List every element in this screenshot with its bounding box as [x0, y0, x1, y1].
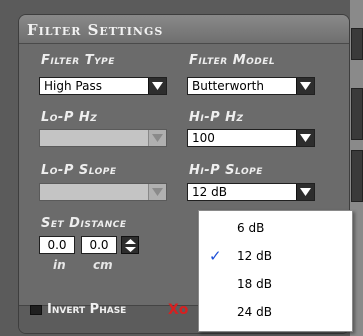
filter-type-value: High Pass — [44, 79, 102, 93]
lo-p-hz-select[interactable] — [39, 129, 167, 147]
menu-item-label: 24 dB — [237, 305, 272, 319]
side-segment — [351, 150, 363, 202]
up-down-arrows-icon — [125, 239, 136, 252]
filter-model-select[interactable]: Butterworth — [187, 77, 315, 95]
menu-item-24db[interactable]: 24 dB — [199, 299, 350, 325]
panel-header: Filter Settings — [19, 15, 349, 44]
distance-cm-input[interactable]: 0.0 — [81, 236, 117, 254]
inches-unit-label: in — [53, 258, 66, 272]
menu-item-label: 12 dB — [237, 249, 272, 263]
filter-type-select[interactable]: High Pass — [39, 77, 167, 95]
side-segment — [351, 28, 363, 60]
checkmark-icon: ✓ — [209, 247, 222, 265]
chevron-down-icon[interactable] — [148, 184, 166, 200]
hi-p-hz-select[interactable]: 100 — [187, 129, 315, 147]
hi-p-hz-value: 100 — [192, 131, 215, 145]
toggle-indicator-icon — [30, 305, 42, 315]
filter-model-label: Filter Model — [189, 53, 276, 68]
hi-p-hz-label: Hi-P Hz — [189, 110, 244, 125]
invert-phase-toggle[interactable]: Invert Phase — [30, 302, 190, 318]
partial-red-label: Xo — [168, 302, 189, 318]
panel-title: Filter Settings — [27, 21, 164, 39]
chevron-down-icon[interactable] — [148, 130, 166, 146]
chevron-down-icon[interactable] — [148, 78, 166, 94]
invert-phase-label: Invert Phase — [47, 302, 127, 317]
set-distance-label: Set Distance — [41, 216, 127, 231]
menu-item-18db[interactable]: 18 dB — [199, 271, 350, 297]
hi-p-slope-select[interactable]: 12 dB — [187, 183, 315, 201]
menu-item-12db[interactable]: ✓ 12 dB — [199, 243, 350, 269]
hi-p-slope-label: Hi-P Slope — [189, 163, 263, 178]
chevron-down-icon[interactable] — [296, 78, 314, 94]
filter-model-value: Butterworth — [192, 79, 264, 93]
slope-dropdown-menu: 6 dB ✓ 12 dB 18 dB 24 dB — [198, 210, 353, 332]
distance-stepper[interactable] — [121, 236, 139, 254]
lo-p-slope-label: Lo-P Slope — [41, 163, 117, 178]
hi-p-slope-value: 12 dB — [192, 185, 227, 199]
chevron-down-icon[interactable] — [296, 184, 314, 200]
menu-item-6db[interactable]: 6 dB — [199, 215, 350, 241]
filter-type-label: Filter Type — [41, 53, 115, 68]
menu-item-label: 18 dB — [237, 277, 272, 291]
side-segment — [351, 88, 363, 140]
lo-p-hz-label: Lo-P Hz — [41, 110, 98, 125]
lo-p-slope-select[interactable] — [39, 183, 167, 201]
chevron-down-icon[interactable] — [296, 130, 314, 146]
cm-unit-label: cm — [93, 258, 113, 272]
menu-item-label: 6 dB — [237, 221, 265, 235]
distance-inches-input[interactable]: 0.0 — [39, 236, 75, 254]
